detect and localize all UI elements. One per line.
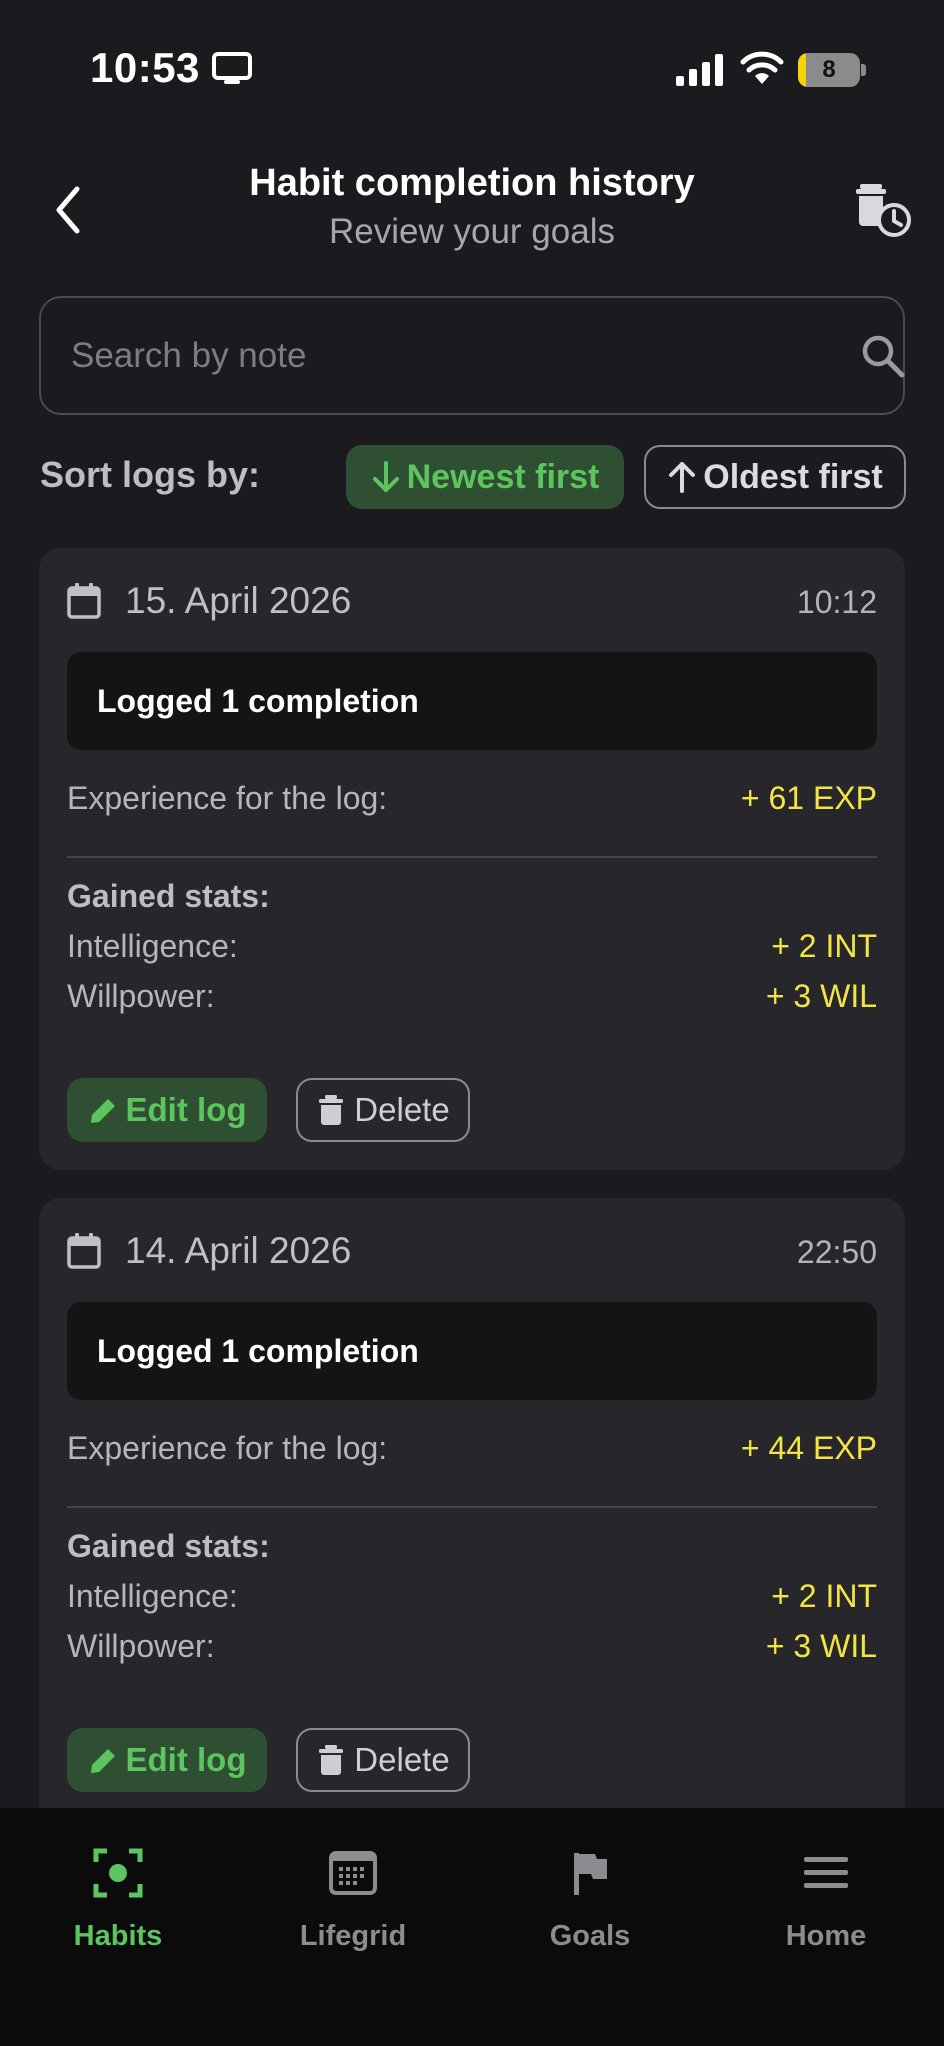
stat-value: + 2 INT [771, 928, 877, 964]
divider [67, 856, 877, 858]
delete-log-button[interactable]: Delete [296, 1078, 470, 1142]
delete-history-button[interactable] [852, 178, 916, 242]
log-date-row: 14. April 2026 22:50 [67, 1226, 877, 1276]
stat-row-intelligence: Intelligence: + 2 INT [67, 928, 877, 972]
calendar-icon [67, 1233, 101, 1269]
trash-clock-icon [856, 184, 911, 237]
stat-row-willpower: Willpower: + 3 WIL [67, 1628, 877, 1672]
gained-stats-heading: Gained stats: [67, 1528, 270, 1564]
stat-row-willpower: Willpower: + 3 WIL [67, 978, 877, 1022]
delete-log-label: Delete [354, 1091, 450, 1128]
menu-icon [804, 1857, 848, 1888]
stat-label: Intelligence: [67, 928, 238, 964]
battery-indicator: 8 [798, 53, 866, 87]
status-time: 10:53 [90, 44, 200, 91]
habits-icon [93, 1848, 143, 1898]
nav-item-goals[interactable]: Goals [490, 1848, 690, 1968]
experience-value: + 44 EXP [740, 1430, 877, 1466]
experience-row: Experience for the log: + 44 EXP [67, 1430, 877, 1474]
log-date-row: 15. April 2026 10:12 [67, 576, 877, 626]
pencil-icon [90, 1099, 115, 1123]
stat-value: + 3 WIL [765, 978, 877, 1014]
search-box [39, 296, 905, 415]
cellular-signal-icon [676, 54, 723, 86]
log-summary: Logged 1 completion [67, 1302, 877, 1400]
status-bar: 10:53 8 [0, 0, 944, 130]
edit-log-button[interactable]: Edit log [67, 1728, 267, 1792]
edit-log-label: Edit log [125, 1741, 247, 1778]
nav-item-lifegrid[interactable]: Lifegrid [253, 1848, 453, 1968]
screen-mirroring-icon [212, 52, 252, 84]
battery-level: 8 [822, 56, 836, 83]
wifi-icon [740, 51, 784, 84]
experience-value: + 61 EXP [740, 780, 877, 816]
bottom-nav: Habits Lifegrid Goals Home [0, 1808, 944, 2046]
search-icon[interactable] [859, 332, 907, 380]
log-date: 14. April 2026 [125, 1230, 352, 1271]
log-card: 15. April 2026 10:12 Logged 1 completion… [39, 548, 905, 1170]
nav-item-habits[interactable]: Habits [18, 1848, 218, 1968]
stat-label: Intelligence: [67, 1578, 238, 1614]
log-summary-text: Logged 1 completion [97, 683, 419, 719]
sort-oldest-label: Oldest first [703, 457, 883, 496]
experience-label: Experience for the log: [67, 780, 388, 816]
nav-label-lifegrid: Lifegrid [299, 1920, 407, 1952]
sort-newest-label: Newest first [406, 457, 600, 496]
experience-label: Experience for the log: [67, 1430, 388, 1466]
log-summary-text: Logged 1 completion [97, 1333, 419, 1369]
nav-label-goals: Goals [549, 1920, 631, 1952]
edit-log-label: Edit log [125, 1091, 247, 1128]
nav-item-home[interactable]: Home [726, 1848, 926, 1968]
nav-label-home: Home [785, 1920, 867, 1952]
stat-label: Willpower: [67, 1628, 215, 1664]
divider [67, 1506, 877, 1508]
log-time: 10:12 [796, 584, 877, 620]
trash-icon [319, 1095, 344, 1125]
nav-label-habits: Habits [73, 1920, 163, 1952]
header: Habit completion history Review your goa… [0, 150, 944, 270]
log-card: 14. April 2026 22:50 Logged 1 completion… [39, 1198, 905, 1838]
log-date: 15. April 2026 [125, 580, 352, 621]
pencil-icon [90, 1749, 115, 1773]
stat-label: Willpower: [67, 978, 215, 1014]
flag-icon [574, 1853, 607, 1895]
stat-value: + 3 WIL [765, 1628, 877, 1664]
stat-row-intelligence: Intelligence: + 2 INT [67, 1578, 877, 1622]
gained-stats-heading: Gained stats: [67, 878, 270, 914]
calendar-icon [67, 583, 101, 619]
trash-icon [319, 1745, 344, 1775]
page-title: Habit completion history [249, 162, 695, 204]
arrow-down-icon [372, 461, 399, 492]
lifegrid-icon [329, 1851, 377, 1895]
sort-oldest-button[interactable]: Oldest first [644, 445, 906, 509]
log-summary: Logged 1 completion [67, 652, 877, 750]
screen: 10:53 8 Habit completion history Review … [0, 0, 944, 2046]
log-time: 22:50 [796, 1234, 877, 1270]
delete-log-label: Delete [354, 1741, 450, 1778]
delete-log-button[interactable]: Delete [296, 1728, 470, 1792]
arrow-up-icon [669, 462, 696, 493]
stat-value: + 2 INT [771, 1578, 877, 1614]
page-subtitle: Review your goals [329, 212, 615, 251]
experience-row: Experience for the log: + 61 EXP [67, 780, 877, 824]
sort-newest-button[interactable]: Newest first [346, 445, 624, 509]
search-input[interactable] [71, 298, 811, 413]
edit-log-button[interactable]: Edit log [67, 1078, 267, 1142]
sort-label: Sort logs by: [40, 454, 261, 495]
